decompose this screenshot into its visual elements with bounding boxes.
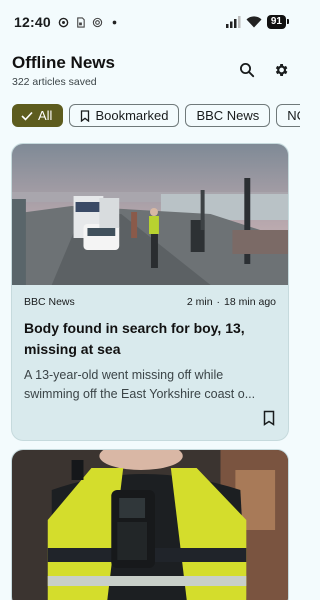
chip-label: Bookmarked bbox=[95, 108, 169, 123]
meta-separator: · bbox=[216, 296, 221, 308]
at-sign-icon bbox=[92, 17, 102, 27]
app-header: Offline News 322 articles saved bbox=[12, 53, 292, 93]
sd-card-icon bbox=[77, 16, 85, 28]
summary-line: swimming off the East Yorkshire coast o.… bbox=[24, 387, 256, 401]
article-card[interactable] bbox=[11, 449, 289, 600]
battery-indicator: 91 bbox=[266, 15, 290, 29]
bookmark-outline-icon bbox=[80, 109, 90, 122]
article-card[interactable]: BBC News 2 min · 18 min ago Body found i… bbox=[11, 143, 289, 441]
chip-bookmarked[interactable]: Bookmarked bbox=[69, 104, 180, 127]
status-right-icons: 91 bbox=[225, 15, 290, 29]
status-bar: 12:40 91 bbox=[0, 0, 300, 44]
dot-icon bbox=[112, 20, 117, 24]
signal-icon bbox=[225, 16, 241, 28]
article-meta: BBC News 2 min · 18 min ago bbox=[24, 295, 276, 309]
wifi-icon bbox=[246, 16, 262, 28]
check-icon bbox=[21, 111, 33, 121]
article-age: 18 min ago bbox=[224, 296, 276, 308]
article-title[interactable]: Body found in search for boy, 13, missin… bbox=[24, 318, 276, 360]
header-actions bbox=[236, 59, 292, 81]
summary-line: A 13-year-old went missing off while bbox=[24, 368, 224, 382]
search-icon bbox=[240, 63, 255, 78]
status-time: 12:40 bbox=[14, 14, 51, 30]
read-time: 2 min bbox=[186, 296, 213, 308]
article-source: BBC News bbox=[24, 296, 75, 308]
article-image bbox=[12, 450, 288, 600]
status-left-icons bbox=[58, 16, 120, 28]
article-body: BBC News 2 min · 18 min ago Body found i… bbox=[12, 285, 288, 404]
bookmark-icon[interactable] bbox=[262, 410, 276, 426]
chip-label: BBC News bbox=[196, 108, 260, 123]
chip-all[interactable]: All bbox=[12, 104, 64, 127]
article-summary: A 13-year-old went missing off while swi… bbox=[24, 366, 276, 404]
settings-gear-icon bbox=[275, 64, 288, 76]
notification-ring-icon bbox=[58, 17, 69, 27]
chip-bbc-news[interactable]: BBC News bbox=[185, 104, 271, 127]
chip-label: All bbox=[38, 108, 53, 123]
article-meta-right: 2 min · 18 min ago bbox=[187, 296, 276, 308]
filter-chip-row: All Bookmarked BBC News NC bbox=[12, 104, 300, 128]
settings-button[interactable] bbox=[270, 59, 292, 81]
search-button[interactable] bbox=[236, 59, 258, 81]
chip-nc[interactable]: NC bbox=[276, 104, 300, 127]
chip-label: NC bbox=[287, 108, 300, 123]
article-image bbox=[12, 144, 288, 285]
